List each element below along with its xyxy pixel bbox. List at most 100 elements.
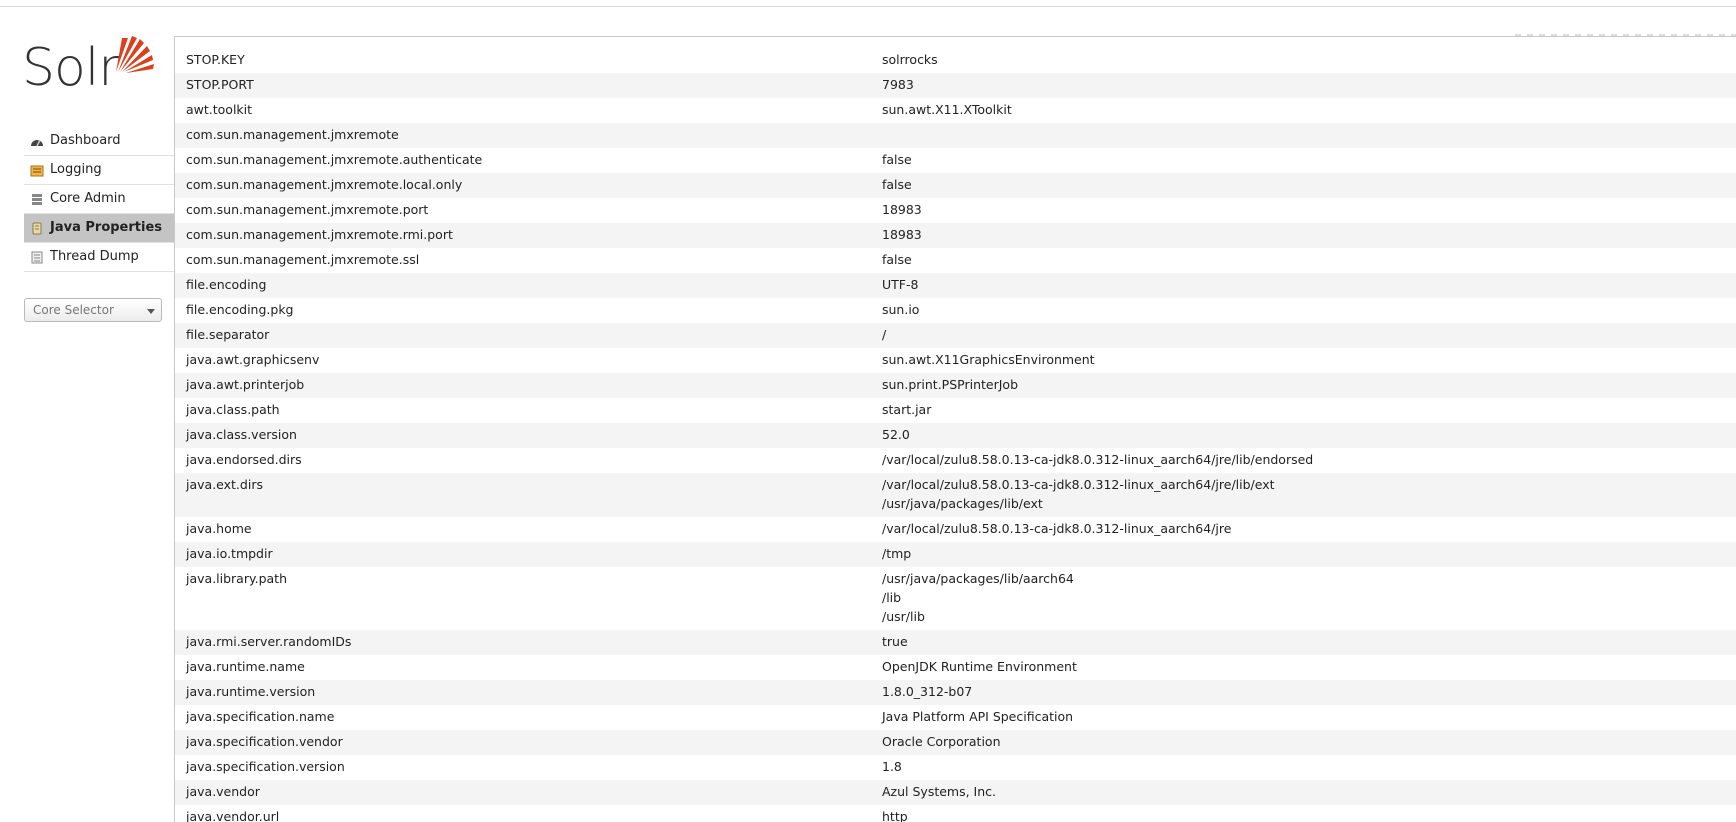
properties-list: STOP.KEY solrrocks STOP.PORT 7983 awt.toolki… bbox=[175, 48, 1736, 822]
property-row: com.sun.management.jmxremote.local.only f… bbox=[175, 173, 1736, 198]
property-row: java.library.path/usr/java/packages/lib/… bbox=[175, 567, 1736, 630]
sidebar-item-core-admin[interactable]: Core Admin bbox=[24, 185, 174, 214]
sidebar-item-logging[interactable]: Logging bbox=[24, 156, 174, 185]
property-values: false bbox=[882, 250, 1736, 269]
property-value: 1.8 bbox=[882, 759, 902, 774]
core-selector-label: Core Selector bbox=[33, 303, 114, 317]
property-key: com.sun.management.jmxremote.ssl bbox=[186, 252, 420, 267]
property-value: UTF-8 bbox=[882, 277, 919, 292]
property-row: java.specification.version 1.8 bbox=[175, 755, 1736, 780]
property-key: java.runtime.version bbox=[186, 684, 316, 699]
top-divider bbox=[0, 6, 1736, 7]
property-values: 7983 bbox=[882, 75, 1736, 94]
property-value: /usr/java/packages/lib/ext bbox=[882, 496, 1043, 511]
sidebar-nav: Dashboard Logging Core Admin Java Proper… bbox=[24, 127, 174, 272]
property-key: file.encoding.pkg bbox=[186, 302, 294, 317]
property-key: STOP.PORT bbox=[186, 77, 254, 92]
property-values: 18983 bbox=[882, 200, 1736, 219]
property-key: com.sun.management.jmxremote bbox=[186, 127, 399, 142]
property-values: /var/local/zulu8.58.0.13-ca-jdk8.0.312-l… bbox=[882, 475, 1736, 513]
property-key: file.separator bbox=[186, 327, 270, 342]
property-row: com.sun.management.jmxremote.rmi.port 189… bbox=[175, 223, 1736, 248]
property-key: java.awt.graphicsenv bbox=[186, 352, 320, 367]
property-row: java.specification.vendor Oracle Corporat… bbox=[175, 730, 1736, 755]
property-value: /usr/lib bbox=[882, 609, 925, 624]
property-value: solrrocks bbox=[882, 52, 938, 67]
property-value: false bbox=[882, 252, 912, 267]
property-values: Oracle Corporation bbox=[882, 732, 1736, 751]
property-values: 18983 bbox=[882, 225, 1736, 244]
property-value: 1.8.0_312-b07 bbox=[882, 684, 973, 699]
property-value: true bbox=[882, 634, 908, 649]
sidebar-item-thread-dump[interactable]: Thread Dump bbox=[24, 243, 174, 272]
property-row: java.class.path start.jar bbox=[175, 398, 1736, 423]
logging-icon bbox=[30, 165, 44, 177]
property-value: 52.0 bbox=[882, 427, 910, 442]
property-key: com.sun.management.jmxremote.port bbox=[186, 202, 429, 217]
property-values: sun.print.PSPrinterJob bbox=[882, 375, 1736, 394]
sidebar-item-dashboard[interactable]: Dashboard bbox=[24, 127, 174, 156]
property-value: start.jar bbox=[882, 402, 932, 417]
property-value: /usr/java/packages/lib/aarch64 bbox=[882, 571, 1074, 586]
property-value: Oracle Corporation bbox=[882, 734, 1001, 749]
solr-logo[interactable]: Solr bbox=[22, 32, 156, 104]
property-value: /tmp bbox=[882, 546, 912, 561]
property-row: java.vendor.url http bbox=[175, 805, 1736, 822]
property-key: java.specification.name bbox=[186, 709, 335, 724]
property-values: / bbox=[882, 325, 1736, 344]
property-values: 52.0 bbox=[882, 425, 1736, 444]
property-values: 1.8.0_312-b07 bbox=[882, 682, 1736, 701]
property-key: com.sun.management.jmxremote.authenticat… bbox=[186, 152, 483, 167]
property-value: false bbox=[882, 177, 912, 192]
property-key: com.sun.management.jmxremote.rmi.port bbox=[186, 227, 453, 242]
property-values: sun.io bbox=[882, 300, 1736, 319]
property-values: solrrocks bbox=[882, 50, 1736, 69]
property-value: /var/local/zulu8.58.0.13-ca-jdk8.0.312-l… bbox=[882, 521, 1232, 536]
property-values bbox=[882, 125, 1736, 144]
property-row: java.ext.dirs/var/local/zulu8.58.0.13-ca… bbox=[175, 473, 1736, 517]
property-key: java.io.tmpdir bbox=[186, 546, 273, 561]
property-key: com.sun.management.jmxremote.local.only bbox=[186, 177, 463, 192]
property-row: java.vendor Azul Systems, Inc. bbox=[175, 780, 1736, 805]
property-value: Java Platform API Specification bbox=[882, 709, 1074, 724]
property-value: 18983 bbox=[882, 202, 922, 217]
property-key: java.vendor bbox=[186, 784, 260, 799]
thread-dump-icon bbox=[31, 251, 43, 264]
property-row: com.sun.management.jmxremote.ssl false bbox=[175, 248, 1736, 273]
property-value: /var/local/zulu8.58.0.13-ca-jdk8.0.312-l… bbox=[882, 477, 1275, 492]
property-values: /var/local/zulu8.58.0.13-ca-jdk8.0.312-l… bbox=[882, 450, 1736, 469]
property-value: sun.awt.X11.XToolkit bbox=[882, 102, 1012, 117]
property-values: /tmp bbox=[882, 544, 1736, 563]
property-key: STOP.KEY bbox=[186, 52, 245, 67]
property-values: true bbox=[882, 632, 1736, 651]
property-row: STOP.PORT 7983 bbox=[175, 73, 1736, 98]
property-key: java.class.path bbox=[186, 402, 280, 417]
property-value: http bbox=[882, 809, 908, 822]
top-right-dashes bbox=[1515, 34, 1736, 36]
property-values: false bbox=[882, 150, 1736, 169]
property-key: java.library.path bbox=[186, 571, 287, 586]
property-row: java.home/var/local/zulu8.58.0.13-ca-jdk… bbox=[175, 517, 1736, 542]
property-row: file.encoding.pkg sun.io bbox=[175, 298, 1736, 323]
property-value: /lib bbox=[882, 590, 902, 605]
property-row: com.sun.management.jmxremote bbox=[175, 123, 1736, 148]
sidebar-item-java-properties[interactable]: Java Properties bbox=[24, 214, 174, 243]
property-value: /var/local/zulu8.58.0.13-ca-jdk8.0.312-l… bbox=[882, 452, 1314, 467]
property-values: sun.awt.X11GraphicsEnvironment bbox=[882, 350, 1736, 369]
property-values: start.jar bbox=[882, 400, 1736, 419]
property-key: java.awt.printerjob bbox=[186, 377, 305, 392]
property-row: com.sun.management.jmxremote.port 18983 bbox=[175, 198, 1736, 223]
property-value: sun.awt.X11GraphicsEnvironment bbox=[882, 352, 1095, 367]
property-values: OpenJDK Runtime Environment bbox=[882, 657, 1736, 676]
property-key: file.encoding bbox=[186, 277, 267, 292]
property-row: java.io.tmpdir/tmp bbox=[175, 542, 1736, 567]
core-selector-dropdown[interactable]: Core Selector bbox=[24, 298, 162, 322]
property-key: java.rmi.server.randomIDs bbox=[186, 634, 352, 649]
property-values: Azul Systems, Inc. bbox=[882, 782, 1736, 801]
property-values: /usr/java/packages/lib/aarch64/lib/usr/l… bbox=[882, 569, 1736, 626]
property-row: STOP.KEY solrrocks bbox=[175, 48, 1736, 73]
property-row: java.runtime.name OpenJDK Runtime Environ… bbox=[175, 655, 1736, 680]
property-value: false bbox=[882, 152, 912, 167]
property-value: sun.io bbox=[882, 302, 920, 317]
property-values: /var/local/zulu8.58.0.13-ca-jdk8.0.312-l… bbox=[882, 519, 1736, 538]
